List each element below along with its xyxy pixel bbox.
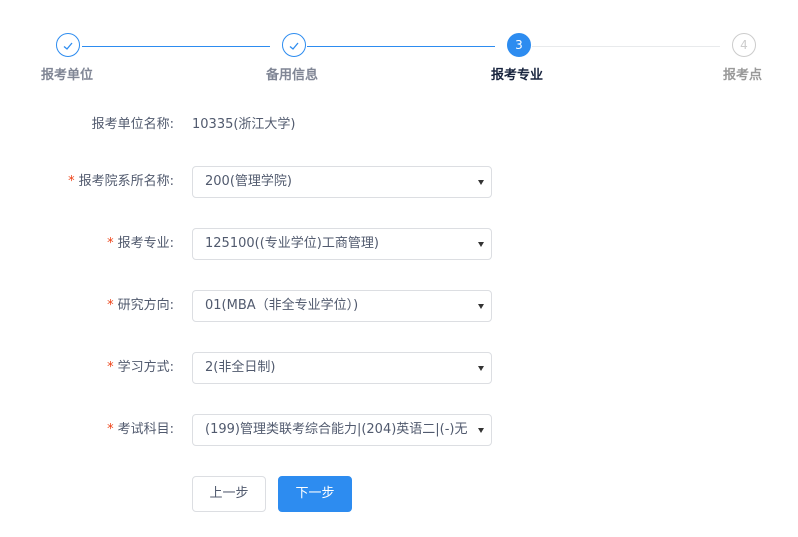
direction-select[interactable]: 01(MBA（非全专业学位）) — [192, 290, 492, 322]
step-4-number: 4 — [732, 33, 756, 57]
step-1-label: 报考单位 — [41, 68, 94, 83]
subjects-label-wrap: * 考试科目: — [107, 414, 174, 446]
subjects-select[interactable]: (199)管理类联考综合能力|(204)英语二|(-)无 — [192, 414, 492, 446]
major-label-wrap: * 报考专业: — [107, 228, 174, 260]
required-mark: * — [107, 422, 114, 437]
step-1-check-icon — [56, 33, 80, 57]
required-mark: * — [107, 360, 114, 375]
step-connector-1 — [82, 46, 270, 47]
study-mode-select-value: 2(非全日制) — [205, 360, 276, 375]
step-4-label: 报考点 — [723, 68, 763, 83]
required-mark: * — [107, 236, 114, 251]
form-row-study-mode: * 学习方式: 2(非全日制) — [0, 352, 798, 384]
department-label-wrap: * 报考院系所名称: — [68, 166, 174, 198]
major-label: 报考专业: — [117, 236, 174, 251]
department-label: 报考院系所名称: — [78, 174, 174, 189]
unit-label: 报考单位名称: — [91, 117, 174, 132]
chevron-down-icon — [478, 304, 484, 309]
study-mode-label: 学习方式: — [117, 360, 174, 375]
study-mode-label-wrap: * 学习方式: — [107, 352, 174, 384]
department-select-value: 200(管理学院) — [205, 174, 292, 189]
chevron-down-icon — [478, 180, 484, 185]
direction-label-wrap: * 研究方向: — [107, 290, 174, 322]
step-connector-3 — [532, 46, 720, 47]
major-select-value: 125100((专业学位)工商管理) — [205, 236, 379, 251]
form-row-department: * 报考院系所名称: 200(管理学院) — [0, 166, 798, 198]
form-row-major: * 报考专业: 125100((专业学位)工商管理) — [0, 228, 798, 260]
major-select[interactable]: 125100((专业学位)工商管理) — [192, 228, 492, 260]
direction-select-value: 01(MBA（非全专业学位）) — [205, 298, 359, 313]
unit-value: 10335(浙江大学) — [192, 117, 296, 132]
required-mark: * — [68, 174, 75, 189]
department-select[interactable]: 200(管理学院) — [192, 166, 492, 198]
form-row-subjects: * 考试科目: (199)管理类联考综合能力|(204)英语二|(-)无 — [0, 414, 798, 446]
chevron-down-icon — [478, 428, 484, 433]
step-connector-2 — [307, 46, 495, 47]
chevron-down-icon — [478, 366, 484, 371]
form-row-direction: * 研究方向: 01(MBA（非全专业学位）) — [0, 290, 798, 322]
step-3-label: 报考专业 — [491, 68, 544, 83]
form-row-unit: 报考单位名称: 10335(浙江大学) — [0, 109, 798, 141]
step-2-check-icon — [282, 33, 306, 57]
chevron-down-icon — [478, 242, 484, 247]
study-mode-select[interactable]: 2(非全日制) — [192, 352, 492, 384]
subjects-select-value: (199)管理类联考综合能力|(204)英语二|(-)无 — [205, 422, 468, 437]
step-3-number: 3 — [507, 33, 531, 57]
next-step-button[interactable]: 下一步 — [278, 476, 352, 512]
required-mark: * — [107, 298, 114, 313]
subjects-label: 考试科目: — [117, 422, 174, 437]
prev-step-button[interactable]: 上一步 — [192, 476, 266, 512]
progress-stepper: 3 4 报考单位 备用信息 报考专业 报考点 — [0, 0, 798, 100]
direction-label: 研究方向: — [117, 298, 174, 313]
step-2-label: 备用信息 — [266, 68, 319, 83]
